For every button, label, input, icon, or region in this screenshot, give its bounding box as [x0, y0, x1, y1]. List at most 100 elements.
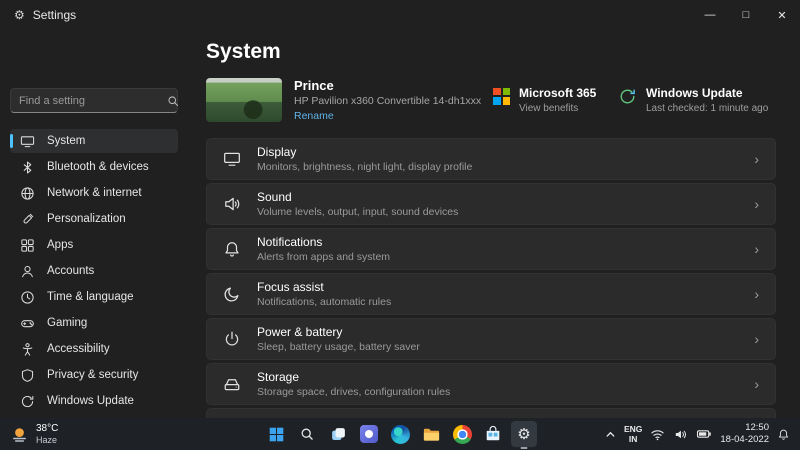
card-description: Notifications, automatic rules: [257, 296, 392, 308]
titlebar-left: ⚙ Settings: [14, 8, 76, 22]
settings-row-focus-assist[interactable]: Focus assist Notifications, automatic ru…: [206, 273, 776, 315]
card-label: Storage: [257, 370, 300, 384]
game-controller-icon: [20, 316, 35, 331]
chevron-right-icon: ›: [754, 241, 759, 257]
start-button[interactable]: [263, 421, 289, 447]
sidebar-item-system[interactable]: System: [10, 129, 178, 153]
sidebar-item-apps[interactable]: Apps: [10, 233, 178, 257]
card-texts: Notifications Alerts from apps and syste…: [257, 235, 390, 263]
weather-temperature: 38°C: [36, 423, 59, 435]
card-texts: Sound Volume levels, output, input, soun…: [257, 190, 458, 218]
card-label: Focus assist: [257, 280, 324, 294]
card-description: Sleep, battery usage, battery saver: [257, 341, 420, 353]
sidebar-item-personalization[interactable]: Personalization: [10, 207, 178, 231]
taskbar: 38°C Haze ⚙ ENG IN 12:50 18-04-2022: [0, 418, 800, 450]
device-model: HP Pavilion x360 Convertible 14-dh1xxx: [294, 95, 482, 108]
tray-date: 18-04-2022: [720, 434, 769, 445]
settings-app-icon[interactable]: ⚙: [511, 421, 537, 447]
wifi-icon[interactable]: [650, 427, 665, 442]
sidebar-item-windows-update[interactable]: Windows Update: [10, 389, 178, 413]
device-name: Prince: [294, 77, 334, 93]
power-icon: [223, 330, 241, 348]
card-label: Power & battery: [257, 325, 343, 339]
card-label: Notifications: [257, 235, 323, 249]
speaker-icon: [223, 195, 241, 213]
language-code: ENG: [623, 423, 643, 434]
sidebar-item-label: Gaming: [47, 317, 88, 329]
settings-row-display[interactable]: Display Monitors, brightness, night ligh…: [206, 138, 776, 180]
clock-widget[interactable]: 12:50 18-04-2022: [720, 422, 769, 447]
crescent-moon-icon: [223, 285, 241, 303]
close-button[interactable]: ✕: [764, 0, 800, 30]
settings-row-notifications[interactable]: Notifications Alerts from apps and syste…: [206, 228, 776, 270]
file-explorer-icon[interactable]: [418, 421, 444, 447]
language-region: IN: [628, 434, 638, 444]
microsoft-365-card[interactable]: Microsoft 365 View benefits: [493, 85, 618, 114]
system-tray: ENG IN 12:50 18-04-2022: [605, 422, 794, 447]
device-header-row: Prince HP Pavilion x360 Convertible 14-d…: [206, 78, 776, 122]
globe-icon: [20, 186, 35, 201]
microsoft-store-icon[interactable]: [480, 421, 506, 447]
settings-row-sound[interactable]: Sound Volume levels, output, input, soun…: [206, 183, 776, 225]
update-arrows-icon: [20, 394, 35, 409]
card-texts: Focus assist Notifications, automatic ru…: [257, 280, 391, 308]
microsoft-logo-icon: [493, 87, 510, 105]
sidebar-item-network-internet[interactable]: Network & internet: [10, 181, 178, 205]
chevron-right-icon: ›: [754, 151, 759, 167]
storage-drive-icon: [223, 375, 241, 393]
maximize-button[interactable]: □: [728, 0, 764, 30]
device-info: Prince HP Pavilion x360 Convertible 14-d…: [294, 78, 481, 123]
person-icon: [20, 264, 35, 279]
battery-icon[interactable]: [696, 426, 712, 442]
search-box[interactable]: [10, 88, 179, 113]
edge-browser-icon[interactable]: [387, 421, 413, 447]
m365-title: Microsoft 365: [519, 85, 597, 100]
sidebar-item-bluetooth-devices[interactable]: Bluetooth & devices: [10, 155, 178, 179]
rename-link[interactable]: Rename: [294, 110, 481, 122]
sidebar-item-label: Time & language: [47, 291, 134, 303]
sidebar-item-accessibility[interactable]: Accessibility: [10, 337, 178, 361]
sidebar-item-label: Accessibility: [47, 343, 110, 355]
minimize-button[interactable]: —: [692, 0, 728, 30]
sidebar-item-label: Privacy & security: [47, 369, 139, 381]
settings-app-body: System Bluetooth & devices Network & int…: [0, 30, 800, 418]
weather-widget[interactable]: 38°C Haze: [6, 423, 176, 445]
sidebar-item-label: Personalization: [47, 213, 126, 225]
sidebar-item-time-language[interactable]: Time & language: [10, 285, 178, 309]
chat-teams-icon[interactable]: [356, 421, 382, 447]
card-label: Sound: [257, 190, 292, 204]
taskbar-center-icons: ⚙: [263, 418, 537, 450]
device-thumbnail-image: [206, 78, 282, 122]
settings-row-storage[interactable]: Storage Storage space, drives, configura…: [206, 363, 776, 405]
card-texts: Display Monitors, brightness, night ligh…: [257, 145, 472, 173]
language-indicator[interactable]: ENG IN: [624, 424, 642, 444]
card-description: Monitors, brightness, night light, displ…: [257, 161, 473, 173]
volume-icon[interactable]: [673, 427, 688, 442]
chevron-right-icon: ›: [754, 376, 759, 392]
sidebar-item-label: System: [47, 135, 86, 147]
system-icon: [20, 134, 35, 149]
settings-row-power-battery[interactable]: Power & battery Sleep, battery usage, ba…: [206, 318, 776, 360]
settings-row-partial[interactable]: [206, 408, 776, 418]
weather-texts: 38°C Haze: [36, 423, 58, 445]
search-input[interactable]: [19, 94, 161, 107]
sidebar-nav: System Bluetooth & devices Network & int…: [10, 129, 178, 413]
notification-bell-icon[interactable]: [777, 428, 790, 441]
chrome-browser-icon[interactable]: [449, 421, 475, 447]
sidebar-item-accounts[interactable]: Accounts: [10, 259, 178, 283]
card-label: Display: [257, 145, 297, 159]
tray-chevron-up-icon[interactable]: [605, 429, 616, 440]
sidebar-item-gaming[interactable]: Gaming: [10, 311, 178, 335]
paintbrush-icon: [20, 212, 35, 227]
titlebar: ⚙ Settings — □ ✕: [0, 0, 800, 30]
sidebar-item-privacy-security[interactable]: Privacy & security: [10, 363, 178, 387]
taskbar-search-icon[interactable]: [294, 421, 320, 447]
windows-update-card[interactable]: Windows Update Last checked: 1 minute ag…: [618, 86, 776, 114]
sidebar: System Bluetooth & devices Network & int…: [0, 30, 188, 418]
bell-icon: [223, 240, 241, 258]
card-texts: Power & battery Sleep, battery usage, ba…: [257, 325, 420, 353]
task-view-icon[interactable]: [325, 421, 351, 447]
tray-time: 12:50: [745, 421, 769, 433]
main-content: System Prince HP Pavilion x360 Convertib…: [188, 30, 800, 418]
sidebar-item-label: Accounts: [47, 265, 95, 277]
